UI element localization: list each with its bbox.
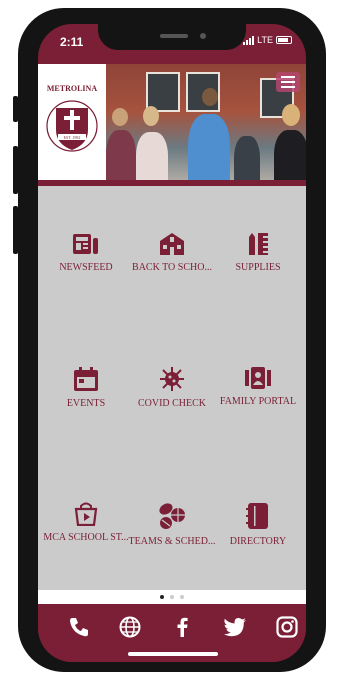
tile-label: BACK TO SCHO...	[132, 262, 212, 273]
school-crest-icon: EST. 1982	[46, 100, 98, 152]
tile-grid: NEWSFEED BACK TO SCHO... SUPPLIES EVENTS…	[38, 186, 306, 592]
tile-supplies[interactable]: SUPPLIES	[212, 232, 304, 273]
person-head	[112, 108, 128, 126]
page-dot[interactable]	[180, 595, 184, 599]
newspaper-icon	[73, 234, 98, 254]
phone-button[interactable]	[64, 612, 94, 642]
app-screen: 2:11 LTE METROLINA EST. 1982 NEWSFEED BA…	[38, 24, 306, 662]
battery-icon	[276, 36, 292, 44]
school-building-icon	[160, 233, 184, 255]
person-head	[282, 104, 300, 126]
tile-label: COVID CHECK	[137, 398, 207, 409]
tile-school-store[interactable]: MCA SCHOOL ST...	[40, 502, 132, 543]
sports-balls-icon	[159, 503, 185, 529]
tile-newsfeed[interactable]: NEWSFEED	[40, 232, 132, 273]
logo-name: METROLINA	[46, 84, 98, 93]
facebook-icon	[177, 617, 188, 637]
front-camera	[200, 33, 206, 39]
menu-button[interactable]	[276, 72, 300, 92]
calendar-icon	[74, 367, 98, 391]
person-figure	[106, 130, 136, 184]
twitter-icon	[224, 618, 246, 637]
page-indicator	[38, 590, 306, 604]
logo-est: EST. 1982	[64, 135, 81, 140]
phone-silent-switch	[13, 96, 18, 122]
notch	[98, 24, 246, 50]
tile-label: SUPPLIES	[235, 262, 281, 273]
signal-icon	[243, 35, 255, 45]
tile-directory[interactable]: DIRECTORY	[212, 502, 304, 547]
tile-label: TEAMS & SCHED...	[128, 536, 216, 547]
status-time: 2:11	[60, 35, 84, 49]
instagram-button[interactable]	[272, 612, 302, 642]
person-figure	[274, 130, 306, 184]
person-head	[143, 106, 159, 126]
facebook-button[interactable]	[168, 612, 198, 642]
school-logo: METROLINA EST. 1982	[38, 64, 106, 184]
home-indicator[interactable]	[128, 652, 218, 656]
id-card-icon	[245, 367, 271, 389]
tile-back-to-school[interactable]: BACK TO SCHO...	[126, 232, 218, 273]
website-button[interactable]	[115, 612, 145, 642]
virus-icon	[160, 367, 184, 391]
phone-volume-down	[13, 206, 18, 254]
tile-label: NEWSFEED	[59, 262, 113, 273]
tile-teams-schedules[interactable]: TEAMS & SCHED...	[126, 502, 218, 547]
phone-volume-up	[13, 146, 18, 194]
person-figure	[136, 132, 168, 184]
header-banner: METROLINA EST. 1982	[38, 64, 306, 184]
network-label: LTE	[257, 35, 273, 45]
tile-events[interactable]: EVENTS	[40, 366, 132, 409]
instagram-icon	[276, 616, 298, 638]
page-dot-active[interactable]	[160, 595, 164, 599]
header-divider	[38, 180, 306, 184]
tile-label: EVENTS	[66, 398, 106, 409]
speaker-grille	[160, 34, 188, 38]
tile-covid-check[interactable]: COVID CHECK	[126, 366, 218, 409]
person-head	[202, 88, 218, 106]
tile-label: DIRECTORY	[229, 536, 287, 547]
tile-family-portal[interactable]: FAMILY PORTAL	[212, 366, 304, 407]
globe-icon	[119, 616, 141, 638]
person-figure	[234, 136, 260, 184]
tile-label: MCA SCHOOL ST...	[43, 532, 129, 543]
tile-label: FAMILY PORTAL	[219, 396, 297, 407]
page-dot[interactable]	[170, 595, 174, 599]
person-figure	[188, 114, 230, 184]
phone-icon	[70, 618, 88, 637]
shopping-bag-icon	[74, 502, 98, 526]
twitter-button[interactable]	[220, 612, 250, 642]
social-bar	[38, 604, 306, 662]
status-indicators: LTE	[243, 35, 292, 45]
address-book-icon	[246, 503, 268, 529]
pencil-ruler-icon	[249, 233, 268, 255]
